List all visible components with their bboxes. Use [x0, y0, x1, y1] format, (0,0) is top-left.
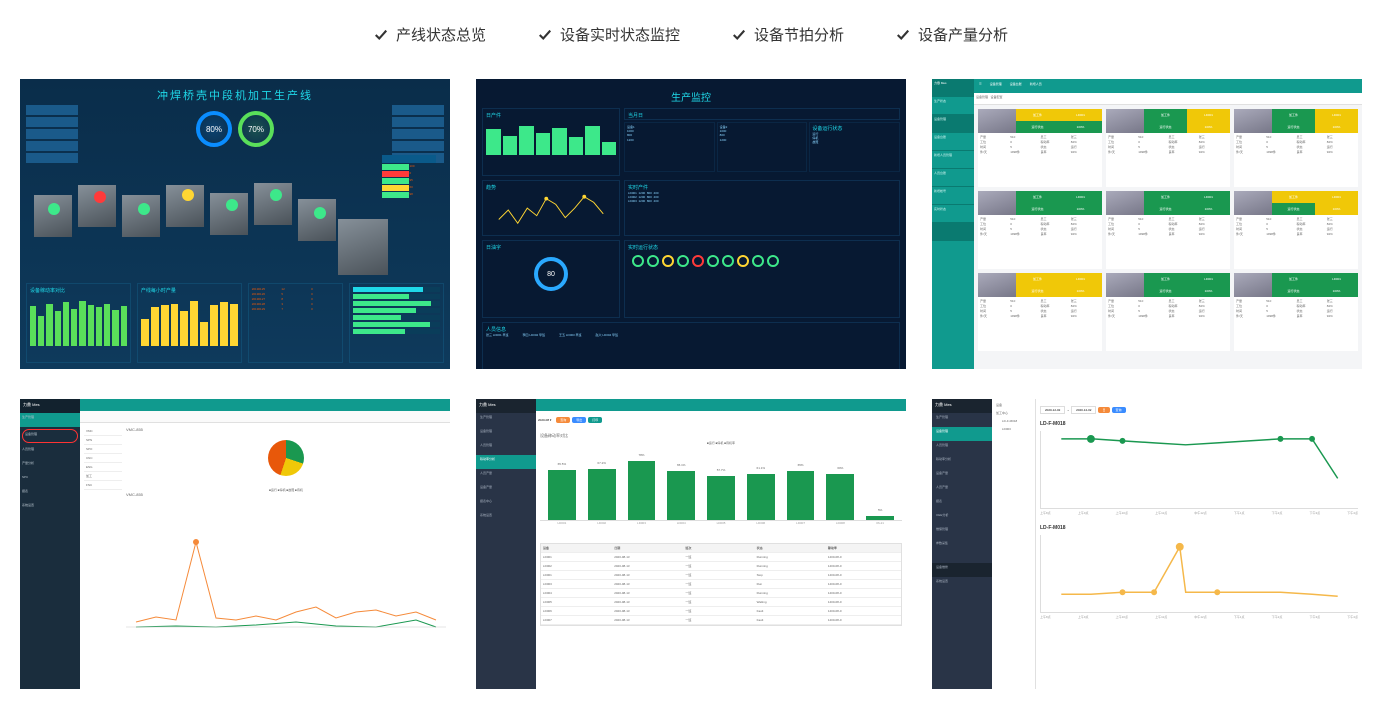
- status-table: 100 0 95 60 98: [382, 155, 436, 199]
- line-chart: [126, 497, 446, 647]
- panel-oee: 日油字 80: [482, 240, 620, 318]
- check-icon: [732, 28, 746, 42]
- panel-utilization: 设备稼动率对比: [26, 283, 131, 363]
- sidebar: 力鼎 Mes 生产管理 设备管理 人员管理 产量分析 SPC 报表 系统设置: [20, 399, 80, 689]
- line-chart-1: LD-F-M018 上午8点上午9点上午10点上午11点中午12点下午1点下午2…: [1040, 421, 1358, 515]
- screenshot-line-charts[interactable]: 力鼎 Mes 生产管理 设备管理 人员管理 稼动率分析 设备产量 人员产量 报表…: [932, 399, 1362, 689]
- dashboard-title: 冲焊桥壳中段机加工生产线: [26, 85, 444, 105]
- panel-table: 20190125120 2019012650 2019012780 201901…: [248, 283, 343, 363]
- sidebar: 力鼎 Mes 生产管理 设备管理 人员管理 稼动率分析 设备产量 人员产量 报表…: [932, 399, 992, 689]
- panel-output: 产线每小时产量: [137, 283, 242, 363]
- panel-leftbar: 日产件: [482, 108, 620, 176]
- line-chart-2: LD-F-M018 上午8点上午9点上午10点上午11点中午12点下午1点下午2…: [1040, 525, 1358, 619]
- panel-trend: 趋势: [482, 180, 620, 236]
- panel-bottom-list: 人员信息 张三 LD001 早班李四 LD002 早班王五 LD003 早班赵六…: [482, 322, 900, 369]
- screenshot-bar-table[interactable]: 力鼎 Mes 生产管理 设备管理 人员管理 稼动率分析 人员产量 设备产量 报表…: [476, 399, 906, 689]
- screenshot-monitoring[interactable]: 生产监控 日产件 当月日 设备110008001200 设备2100080012…: [476, 79, 906, 369]
- sidebar: 力鼎 Mes 生产状态 设备管理 设备台账 新增人员管理 人员台账 新增帐号 实…: [932, 79, 974, 369]
- filter-bar: 2020-12-02 ~ 2020-12-02 日查询: [1040, 403, 1358, 417]
- panel-gauges: 实时运行状态: [624, 240, 900, 318]
- oee-ring-2: 70%: [238, 111, 274, 147]
- filter-bar: 2020-08 ▾ 查询导出打印: [536, 411, 906, 429]
- tab-overview[interactable]: 产线状态总览: [374, 24, 486, 45]
- check-icon: [896, 28, 910, 42]
- device-tree: 设备 加工中心 LD-F-M018 LD003: [992, 399, 1036, 689]
- bar-chart: [141, 296, 238, 346]
- screenshot-line-overview[interactable]: 冲焊桥壳中段机加工生产线 80% 70%: [20, 79, 450, 369]
- panel-progress: [349, 283, 444, 363]
- pie-chart: ■运行 ■停机 ■故障 ■待机: [126, 432, 446, 492]
- tab-label: 设备节拍分析: [754, 24, 844, 45]
- screenshot-analytics[interactable]: 力鼎 Mes 生产管理 设备管理 人员管理 产量分析 SPC 报表 系统设置 V…: [20, 399, 450, 689]
- tab-label: 产线状态总览: [396, 24, 486, 45]
- thumbnail-grid: 冲焊桥壳中段机加工生产线 80% 70%: [0, 79, 1382, 719]
- screenshot-mes-cards[interactable]: 力鼎 Mes 生产状态 设备管理 设备台账 新增人员管理 人员台账 新增帐号 实…: [932, 79, 1362, 369]
- device-tree: VMCSPNSPO CNCENG加工 FNC: [84, 427, 122, 647]
- dashboard-title: 生产监控: [482, 85, 900, 108]
- tab-label: 设备产量分析: [918, 24, 1008, 45]
- topbar: ☰设备管理设备台账新增人员: [974, 79, 1362, 93]
- tab-label: 设备实时状态监控: [560, 24, 680, 45]
- tab-cycle[interactable]: 设备节拍分析: [732, 24, 844, 45]
- check-icon: [374, 28, 388, 42]
- tab-output[interactable]: 设备产量分析: [896, 24, 1008, 45]
- feature-tabs: 产线状态总览 设备实时状态监控 设备节拍分析 设备产量分析: [0, 0, 1382, 79]
- oee-ring-1: 80%: [196, 111, 232, 147]
- device-card-grid: 加工件LD001 运行状态100% 产量510员工张三 工位0稼动率84% 时间…: [974, 105, 1362, 355]
- production-line-3d: 100 0 95 60 98: [34, 155, 436, 265]
- bar-chart: 设备稼动率对比 ■运行 ■停机 ■待机率 65.5%67.2%78%65.1%5…: [536, 429, 906, 539]
- bar-chart: [30, 296, 127, 346]
- sidebar: 力鼎 Mes 生产管理 设备管理 人员管理 稼动率分析 人员产量 设备产量 报表…: [476, 399, 536, 689]
- panel-real-output: 实时产件 LD001 1200 800 400LD002 1200 800 40…: [624, 180, 900, 236]
- data-table: 设备日期班次状态稼动率 LD0012020-08-13一班Running1400…: [540, 543, 902, 626]
- tab-realtime[interactable]: 设备实时状态监控: [538, 24, 680, 45]
- check-icon: [538, 28, 552, 42]
